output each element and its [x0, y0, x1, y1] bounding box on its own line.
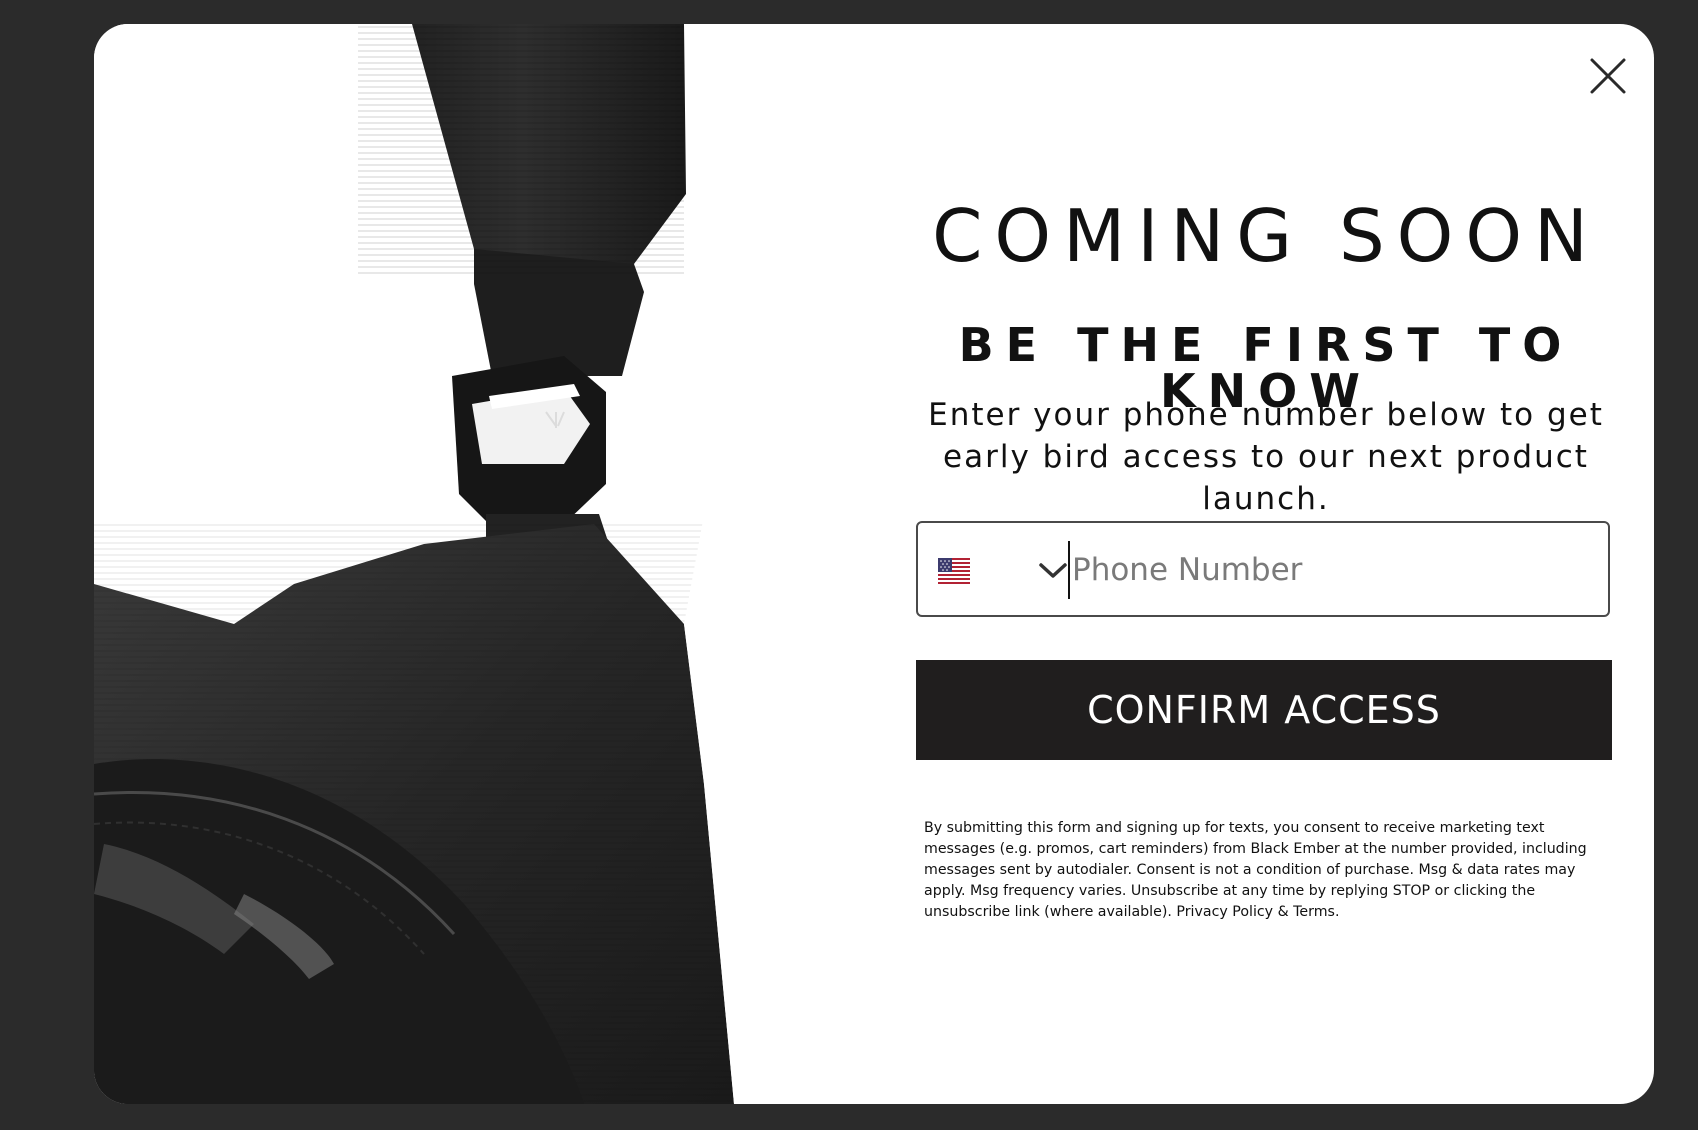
phone-number-input[interactable]: [1068, 541, 1592, 599]
confirm-access-button[interactable]: CONFIRM ACCESS: [916, 660, 1612, 760]
signup-form: COMING SOON BE THE FIRST TO KNOW Enter y…: [916, 24, 1616, 1104]
legal-disclaimer: By submitting this form and signing up f…: [924, 820, 1587, 920]
backpack-photo: [94, 24, 814, 1104]
product-image: [94, 24, 814, 1104]
us-flag-icon: [938, 558, 970, 584]
modal-title: COMING SOON: [932, 194, 1600, 278]
phone-field: [916, 521, 1610, 617]
chevron-down-icon: [1039, 563, 1067, 578]
modal-description: Enter your phone number below to get ear…: [928, 397, 1604, 517]
signup-modal: COMING SOON BE THE FIRST TO KNOW Enter y…: [94, 24, 1654, 1104]
country-select[interactable]: [938, 523, 1067, 619]
